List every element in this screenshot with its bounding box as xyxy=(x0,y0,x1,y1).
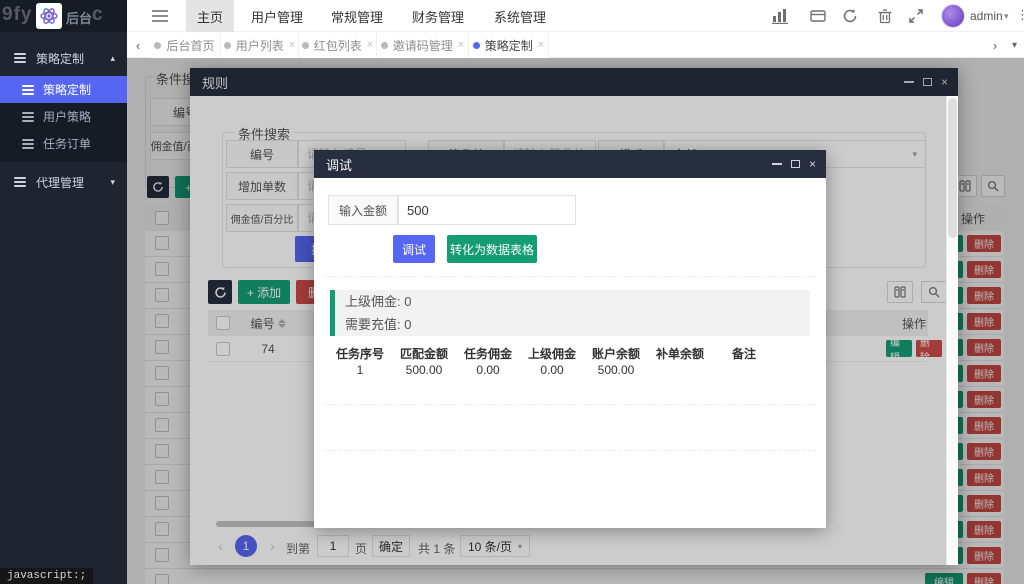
tab-redpacket-list[interactable]: 红包列表 × xyxy=(299,32,377,58)
result-header: 任务佣金 xyxy=(456,345,520,362)
atom-logo-icon xyxy=(39,6,59,26)
tab-close-icon[interactable]: × xyxy=(458,39,464,51)
tabs-scroll-left-icon[interactable]: ‹ xyxy=(127,32,149,58)
debug-button[interactable]: 调试 xyxy=(393,235,435,263)
tab-user-list[interactable]: 用户列表 × xyxy=(221,32,299,58)
fullscreen-icon[interactable] xyxy=(908,8,924,24)
sidebar-item-label: 策略定制 xyxy=(43,81,91,98)
sidebar-submenu: 策略定制 用户策略 任务订单 xyxy=(0,76,127,162)
tabbar: ‹ 后台首页 用户列表 × 红包列表 × 邀请码管理 × 策略定制 × › ▾ xyxy=(127,32,1024,58)
tab-strategy-custom[interactable]: 策略定制 × xyxy=(469,32,549,58)
alert-line-2: 需要充值: 0 xyxy=(345,313,800,336)
watermark-right: c xyxy=(92,4,104,26)
divider xyxy=(324,276,816,277)
user-dropdown-caret-icon[interactable]: ▾ xyxy=(1004,11,1009,22)
sidebar-item-task-orders[interactable]: 任务订单 xyxy=(0,130,127,157)
amount-input[interactable] xyxy=(398,195,576,225)
result-header: 上级佣金 xyxy=(520,345,584,362)
minimize-icon[interactable] xyxy=(772,163,782,165)
tab-dot xyxy=(154,42,161,49)
nav-item-general[interactable]: 常规管理 xyxy=(320,0,394,32)
result-cell: 0.00 xyxy=(520,363,584,377)
tab-invite-codes[interactable]: 邀请码管理 × xyxy=(377,32,469,58)
tabs-menu-icon[interactable]: ▾ xyxy=(1005,32,1024,58)
result-header: 匹配金额 xyxy=(392,345,456,362)
topbar: 主页 用户管理 常规管理 财务管理 系统管理 admin ▾ ⋮ xyxy=(127,0,1024,32)
result-header: 备注 xyxy=(712,345,776,362)
sidebar-group-label: 策略定制 xyxy=(36,50,84,67)
tabs-scroll-right-icon[interactable]: › xyxy=(985,32,1005,58)
tab-close-icon[interactable]: × xyxy=(538,39,544,51)
rules-modal-scrollbar[interactable] xyxy=(946,96,958,565)
result-header: 账户余额 xyxy=(584,345,648,362)
more-menu-icon[interactable]: ⋮ xyxy=(1016,7,1024,23)
result-cell: 500.00 xyxy=(584,363,648,377)
divider xyxy=(324,404,816,405)
nav-item-system[interactable]: 系统管理 xyxy=(483,0,557,32)
amount-label: 输入金额 xyxy=(328,195,398,225)
sidebar-item-label: 任务订单 xyxy=(43,135,91,152)
tab-dot xyxy=(224,42,231,49)
alert-line-1: 上级佣金: 0 xyxy=(345,290,800,313)
sidebar-item-user-strategy[interactable]: 用户策略 xyxy=(0,103,127,130)
result-cell: 500.00 xyxy=(392,363,456,377)
maximize-icon[interactable] xyxy=(791,160,800,168)
result-cell: 1 xyxy=(328,363,392,377)
tab-close-icon[interactable]: × xyxy=(289,39,295,51)
collapse-menu-icon[interactable] xyxy=(152,9,168,25)
sidebar-group-strategy[interactable]: 策略定制 ▴ xyxy=(0,42,127,74)
tab-close-icon[interactable]: × xyxy=(367,39,373,51)
nav-item-finance[interactable]: 财务管理 xyxy=(401,0,475,32)
convert-button[interactable]: 转化为数据表格 xyxy=(447,235,537,263)
avatar[interactable] xyxy=(941,4,965,28)
logo-bar: 9fy 后台 c xyxy=(0,0,127,32)
chevron-up-icon: ▴ xyxy=(110,53,115,64)
app-title: 后台 xyxy=(66,8,92,27)
debug-modal-body: 输入金额 调试 转化为数据表格 上级佣金: 0 需要充值: 0 任务序号 匹配金… xyxy=(314,178,826,528)
app-logo xyxy=(36,3,62,29)
sidebar: 9fy 后台 c 策略定制 ▴ 策略定制 用户策略 任务订单 xyxy=(0,0,127,584)
username[interactable]: admin xyxy=(970,9,1003,23)
tab-dot xyxy=(302,42,309,49)
close-icon[interactable]: × xyxy=(809,158,816,170)
result-header: 任务序号 xyxy=(328,345,392,362)
list-icon xyxy=(22,83,34,97)
main-content: 条件搜索 编号 佣金值/百分比 + 添加 操作 编辑删除编辑删除编辑删除编辑删除… xyxy=(127,58,1024,584)
nav-item-users[interactable]: 用户管理 xyxy=(240,0,314,32)
result-alert: 上级佣金: 0 需要充值: 0 xyxy=(330,290,810,336)
sidebar-group-label: 代理管理 xyxy=(36,174,84,191)
list-icon xyxy=(22,110,34,124)
result-header: 补单余额 xyxy=(648,345,712,362)
trash-icon[interactable] xyxy=(877,8,893,24)
nav-item-home[interactable]: 主页 xyxy=(186,0,234,32)
divider xyxy=(324,450,816,451)
refresh-icon[interactable] xyxy=(842,8,858,24)
list-icon xyxy=(14,51,26,65)
debug-modal-title: 调试 xyxy=(326,155,352,174)
result-cell: 0.00 xyxy=(456,363,520,377)
tab-dot xyxy=(381,42,388,49)
chevron-down-icon: ▾ xyxy=(110,177,115,188)
sidebar-item-label: 用户策略 xyxy=(43,108,91,125)
status-link-tip: javascript:; xyxy=(0,568,93,584)
watermark-left: 9fy xyxy=(2,4,32,26)
tab-dashboard[interactable]: 后台首页 xyxy=(149,32,221,58)
debug-modal: 调试 × 输入金额 调试 转化为数据表格 上级佣金: 0 需要充值: 0 任务序… xyxy=(314,150,826,528)
sidebar-item-strategy-custom[interactable]: 策略定制 xyxy=(0,76,127,103)
list-icon xyxy=(14,175,26,189)
scrollbar-thumb[interactable] xyxy=(948,98,957,238)
list-icon xyxy=(22,137,34,151)
card-icon[interactable] xyxy=(810,8,826,24)
debug-modal-header[interactable]: 调试 × xyxy=(314,150,826,178)
stats-icon[interactable] xyxy=(772,8,788,24)
sidebar-group-agent[interactable]: 代理管理 ▾ xyxy=(0,166,127,198)
tab-dot xyxy=(473,42,480,49)
